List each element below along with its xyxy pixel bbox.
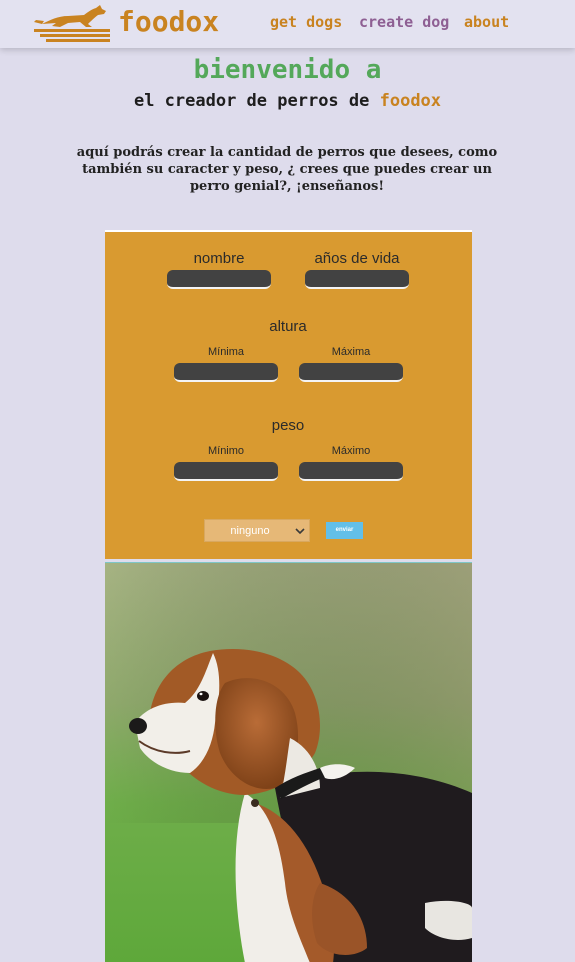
height-max-label: Máxima [331,346,371,358]
beagle-illustration [105,563,472,962]
weight-max-label: Máximo [331,445,371,457]
temperament-select[interactable]: ninguno [204,519,310,542]
subtitle-prefix: el creador de perros de [133,91,380,111]
create-dog-form: nombre años de vida altura Mínima Máxima… [105,230,472,559]
name-input[interactable] [167,270,271,289]
submit-button[interactable]: enviar [326,522,363,539]
height-max-input[interactable] [299,363,403,382]
nav-create-dog[interactable]: create dog [359,12,449,32]
height-min-input[interactable] [174,363,278,382]
nav-get-dogs[interactable]: get dogs [270,12,342,32]
page-subtitle: el creador de perros de foodox [0,89,575,113]
navbar: foodox get dogs create dog about [0,0,575,48]
temperament-select-value: ninguno [230,525,270,537]
nav-about[interactable]: about [464,12,509,32]
page-description: aquí podrás crear la cantidad de perros … [76,145,498,194]
weight-min-input[interactable] [174,462,278,481]
chevron-down-icon [295,528,305,535]
weight-max-input[interactable] [299,462,403,481]
subtitle-brand: foodox [379,91,442,111]
page-title: bienvenido a [193,55,382,85]
logo[interactable]: foodox [32,2,222,42]
life-span-label: años de vida [314,250,400,267]
weight-min-label: Mínimo [207,445,245,457]
height-min-label: Mínima [207,346,245,358]
beagle-photo [105,562,472,962]
height-label: altura [269,318,307,335]
logo-text: foodox [118,5,220,38]
running-dog-logo-icon [34,5,110,42]
weight-label: peso [271,417,305,434]
name-label: nombre [193,250,245,267]
life-span-input[interactable] [305,270,409,289]
